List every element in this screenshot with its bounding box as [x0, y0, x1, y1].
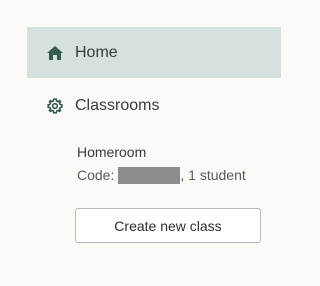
classroom-entry[interactable]: Homeroom Code: , 1 student: [77, 143, 277, 184]
nav-item-classrooms[interactable]: Classrooms: [27, 80, 281, 131]
home-icon: [46, 44, 64, 62]
nav-item-home[interactable]: Home: [27, 27, 281, 78]
redacted-code: [118, 166, 181, 184]
classroom-code-prefix: Code:: [77, 167, 115, 183]
gear-icon: [46, 97, 64, 115]
nav-item-home-label: Home: [75, 43, 118, 61]
nav-item-classrooms-label: Classrooms: [75, 96, 160, 114]
classroom-name[interactable]: Homeroom: [77, 143, 277, 161]
create-new-class-button[interactable]: Create new class: [75, 208, 261, 243]
classroom-student-count: , 1 student: [180, 167, 246, 183]
classroom-code: Code: , 1 student: [77, 166, 277, 184]
sidebar: Home Classrooms Homeroom Code: , 1 stude…: [27, 27, 281, 286]
